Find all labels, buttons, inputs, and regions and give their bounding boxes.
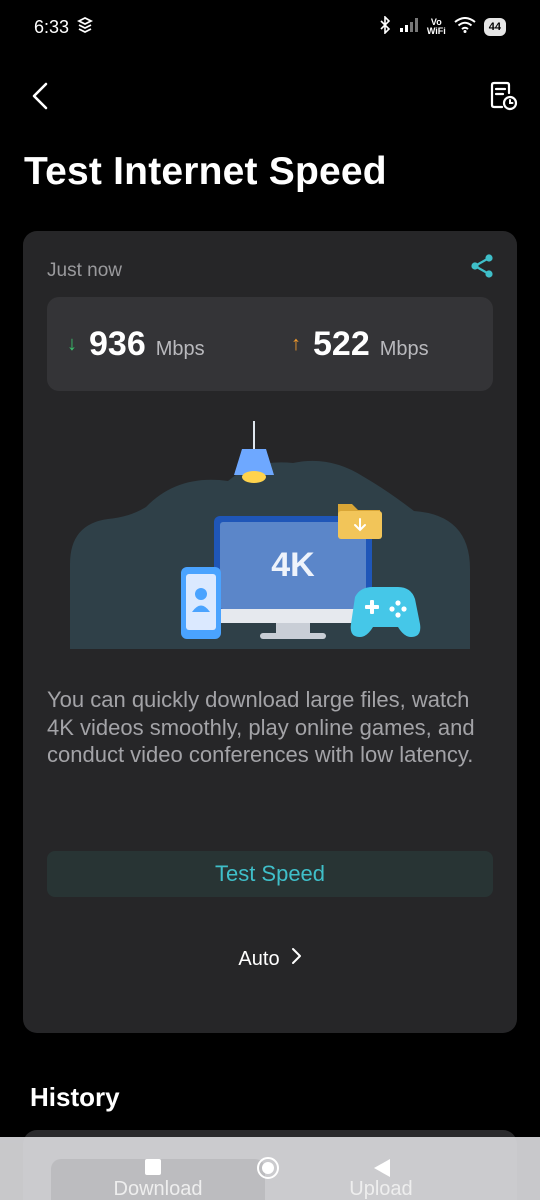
download-speed: ↓ 936 Mbps [67,297,205,391]
result-timestamp: Just now [47,260,122,281]
square-icon [144,1159,162,1180]
status-time: 6:33 [34,16,70,37]
download-arrow-icon: ↓ [67,332,77,355]
wifi-icon [454,16,476,38]
nav-recents-button[interactable] [144,1158,162,1181]
upload-speed: ↑ 522 Mbps [291,297,429,391]
document-clock-icon [489,81,519,116]
chevron-left-icon [30,81,50,116]
download-value: 936 [89,324,146,363]
illustration-4k-label: 4K [271,546,315,584]
upload-value: 522 [313,324,370,363]
upload-unit: Mbps [379,337,429,360]
test-mode-label: Auto [238,947,280,970]
app-notification-icon [77,16,94,38]
circle-icon [256,1157,280,1184]
top-bar [0,72,540,124]
speed-summary: ↓ 936 Mbps ↑ 522 Mbps [47,297,493,391]
back-button[interactable] [20,78,60,118]
battery-indicator: 44 [483,18,506,36]
speed-illustration: 4K [68,419,472,659]
page-title: Test Internet Speed [24,150,387,193]
status-right: Vo WiFi 44 [379,14,506,39]
vowifi-bottom: WiFi [426,26,446,36]
history-button[interactable] [482,78,526,118]
cell-signal-icon [399,17,419,38]
share-icon [469,253,495,284]
nav-home-button[interactable] [256,1156,280,1185]
history-heading: History [30,1082,120,1112]
bluetooth-icon [379,14,391,39]
result-description: You can quickly download large files, wa… [47,687,475,767]
test-mode-selector[interactable]: Auto [23,943,517,975]
test-speed-button[interactable]: Test Speed [47,851,493,897]
share-button[interactable] [467,253,497,283]
status-left: 6:33 [34,16,94,38]
speed-result-card: Just now ↓ 936 Mbps ↑ 522 Mbps 4K You ca… [23,231,517,1033]
download-unit: Mbps [155,337,205,360]
vowifi-indicator: Vo WiFi [427,18,446,36]
nav-back-button[interactable] [372,1158,392,1183]
upload-arrow-icon: ↑ [291,332,301,355]
status-bar: 6:33 Vo WiFi 44 [0,0,540,54]
chevron-right-icon [290,946,302,972]
triangle-back-icon [372,1159,392,1182]
